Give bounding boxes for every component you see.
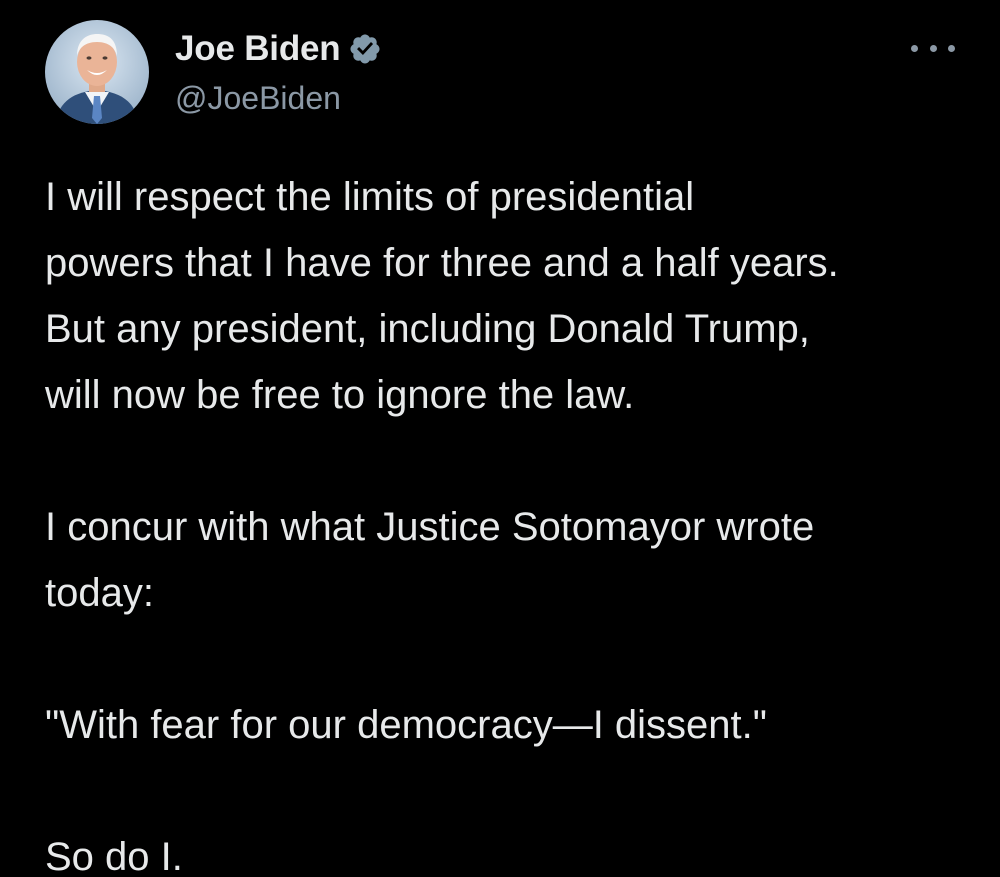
display-name[interactable]: Joe Biden	[175, 29, 341, 69]
tweet-paragraph-2: I concur with what Justice Sotomayor wro…	[45, 505, 815, 615]
avatar[interactable]	[45, 20, 149, 124]
author-names: Joe Biden @JoeBiden	[175, 28, 382, 117]
dot-icon	[948, 44, 955, 52]
dot-icon	[929, 44, 937, 52]
dot-icon	[911, 44, 918, 52]
tweet-paragraph-3: "With fear for our democracy—I dissent."	[45, 703, 767, 747]
tweet-paragraph-1: I will respect the limits of presidentia…	[45, 175, 839, 417]
display-name-row: Joe Biden	[175, 28, 382, 70]
tweet-header: Joe Biden @JoeBiden	[45, 20, 965, 130]
tweet-text: I will respect the limits of presidentia…	[45, 164, 975, 877]
avatar-photo-icon	[45, 20, 149, 124]
tweet-card: Joe Biden @JoeBiden I will respect the l…	[0, 0, 1000, 877]
author-handle[interactable]: @JoeBiden	[175, 80, 382, 117]
tweet-paragraph-4: So do I.	[45, 835, 183, 877]
more-options-icon[interactable]	[911, 38, 955, 58]
verified-badge-icon[interactable]	[348, 32, 382, 66]
